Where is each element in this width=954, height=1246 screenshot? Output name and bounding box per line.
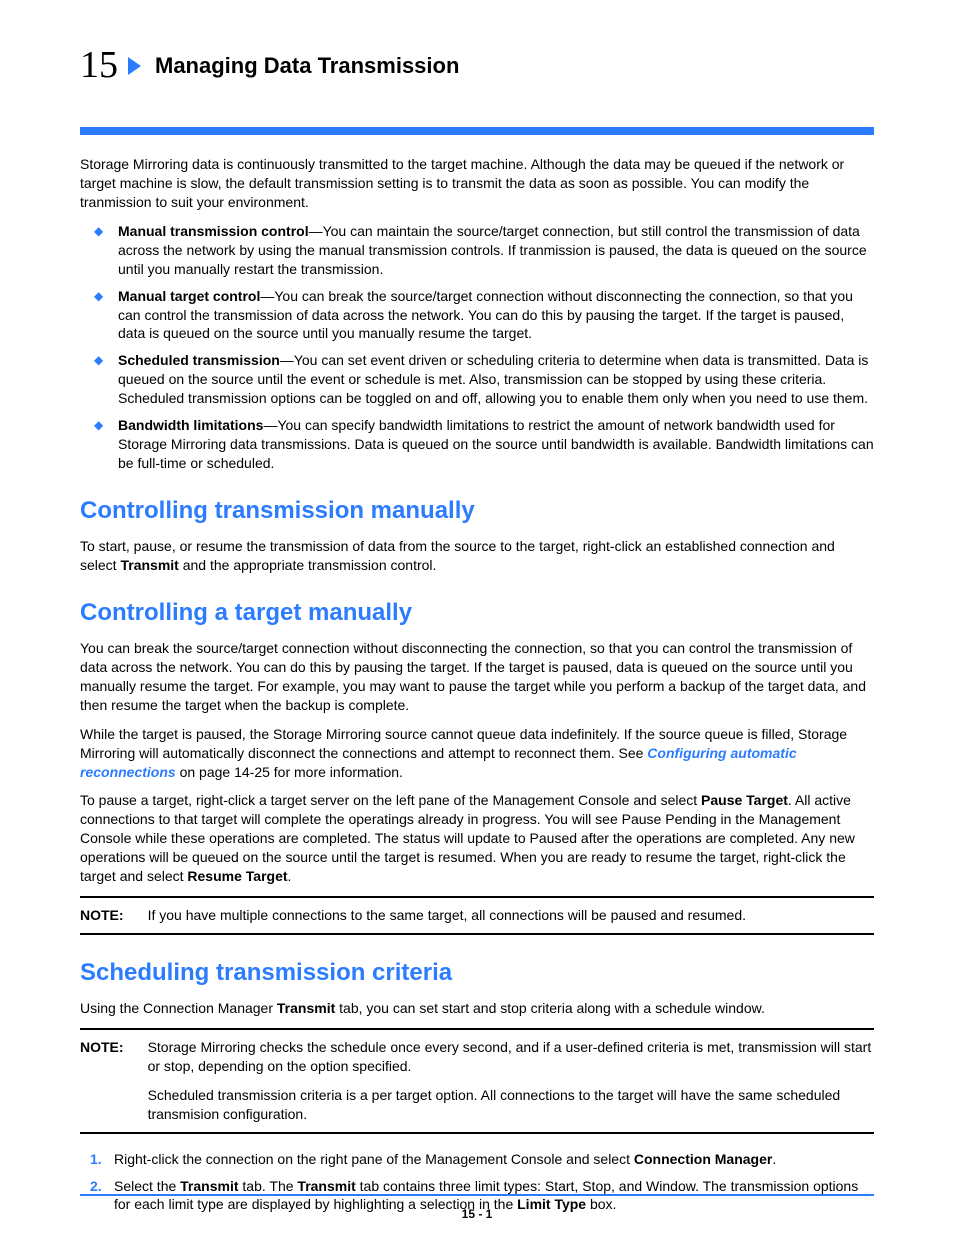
intro-paragraph: Storage Mirroring data is continuously t…	[80, 155, 874, 212]
header-divider	[80, 127, 874, 135]
body-paragraph: You can break the source/target connecti…	[80, 639, 874, 715]
list-item: Manual transmission control—You can main…	[90, 222, 874, 279]
chapter-header: 15 Managing Data Transmission	[80, 40, 874, 91]
body-paragraph: To pause a target, right-click a target …	[80, 791, 874, 885]
list-item-label: Manual transmission control	[118, 223, 309, 239]
chapter-number: 15	[80, 40, 118, 91]
note-body: If you have multiple connections to the …	[148, 906, 874, 925]
note-box: NOTE: If you have multiple connections t…	[80, 896, 874, 935]
note-box: NOTE: Storage Mirroring checks the sched…	[80, 1028, 874, 1134]
document-page: 15 Managing Data Transmission Storage Mi…	[0, 0, 954, 1246]
section-heading-scheduling: Scheduling transmission criteria	[80, 957, 874, 989]
step-item: Right-click the connection on the right …	[90, 1150, 874, 1169]
list-item-label: Bandwidth limitations	[118, 417, 263, 433]
page-number: 15 - 1	[0, 1206, 954, 1222]
feature-list: Manual transmission control—You can main…	[80, 222, 874, 473]
section-heading-transmission: Controlling transmission manually	[80, 495, 874, 527]
list-item-label: Scheduled transmission	[118, 352, 280, 368]
list-item: Scheduled transmission—You can set event…	[90, 351, 874, 408]
list-item: Bandwidth limitations—You can specify ba…	[90, 416, 874, 473]
chapter-title: Managing Data Transmission	[155, 51, 459, 81]
chapter-arrow-icon	[128, 57, 141, 75]
list-item: Manual target control—You can break the …	[90, 287, 874, 344]
note-label: NOTE:	[80, 906, 148, 925]
list-item-label: Manual target control	[118, 288, 260, 304]
body-paragraph: To start, pause, or resume the transmiss…	[80, 537, 874, 575]
body-paragraph: Using the Connection Manager Transmit ta…	[80, 999, 874, 1018]
body-paragraph: While the target is paused, the Storage …	[80, 725, 874, 782]
note-label: NOTE:	[80, 1038, 148, 1124]
step-list: Right-click the connection on the right …	[80, 1150, 874, 1215]
footer-divider	[80, 1194, 874, 1196]
section-heading-target: Controlling a target manually	[80, 597, 874, 629]
note-body: Storage Mirroring checks the schedule on…	[148, 1038, 874, 1124]
